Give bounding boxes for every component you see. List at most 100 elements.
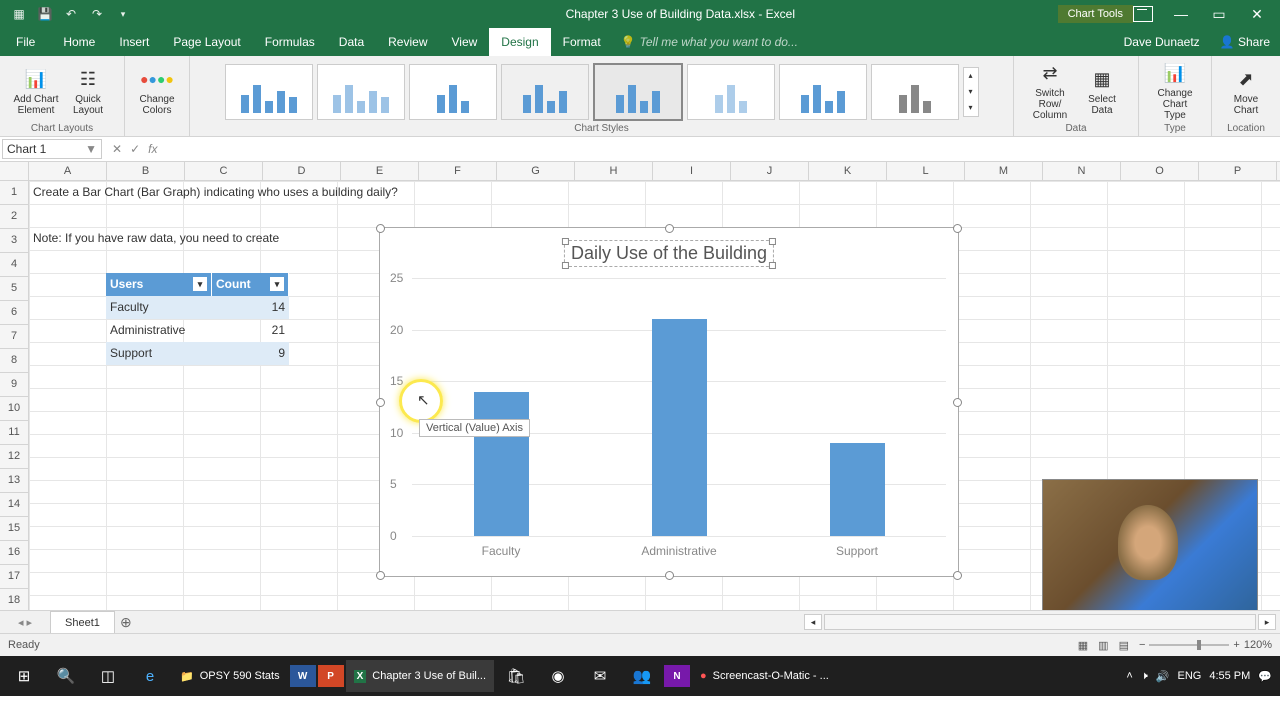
chart-bar[interactable] [474, 392, 529, 536]
chart-style-4[interactable] [501, 64, 589, 120]
row-header[interactable]: 12 [0, 445, 29, 469]
row-header[interactable]: 7 [0, 325, 29, 349]
row-header[interactable]: 5 [0, 277, 29, 301]
add-chart-element-button[interactable]: 📊Add Chart Element [13, 68, 59, 116]
close-icon[interactable]: ✕ [1239, 6, 1275, 23]
fx-icon[interactable]: fx [148, 142, 157, 156]
start-button[interactable]: ⊞ [4, 660, 44, 692]
col-header[interactable]: D [263, 162, 341, 180]
zoom-slider[interactable] [1149, 644, 1229, 646]
lang-indicator[interactable]: ENG [1177, 670, 1201, 682]
cancel-formula-icon[interactable]: ✕ [112, 142, 122, 156]
zoom-level[interactable]: 120% [1244, 639, 1272, 651]
col-header[interactable]: E [341, 162, 419, 180]
resize-handle[interactable] [376, 398, 385, 407]
maximize-icon[interactable]: ▭ [1201, 6, 1237, 23]
row-header[interactable]: 13 [0, 469, 29, 493]
zoom-in-icon[interactable]: + [1233, 639, 1239, 651]
taskbar-folder[interactable]: 📁OPSY 590 Stats [172, 660, 288, 692]
resize-handle[interactable] [953, 398, 962, 407]
word-icon[interactable]: W [290, 665, 316, 687]
resize-handle[interactable] [665, 571, 674, 580]
tab-home[interactable]: Home [51, 28, 107, 56]
row-header[interactable]: 6 [0, 301, 29, 325]
row-header[interactable]: 10 [0, 397, 29, 421]
chart-bar[interactable] [830, 443, 885, 536]
minimize-icon[interactable]: — [1163, 6, 1199, 23]
col-header[interactable]: C [185, 162, 263, 180]
resize-handle[interactable] [953, 571, 962, 580]
col-header[interactable]: I [653, 162, 731, 180]
col-header[interactable]: M [965, 162, 1043, 180]
select-data-button[interactable]: ▦Select Data [1079, 68, 1125, 116]
tab-review[interactable]: Review [376, 28, 439, 56]
row-header[interactable]: 16 [0, 541, 29, 565]
enter-formula-icon[interactable]: ✓ [130, 142, 140, 156]
edge-icon[interactable]: e [130, 660, 170, 692]
add-sheet-button[interactable]: ⊕ [115, 614, 137, 631]
resize-handle[interactable] [376, 571, 385, 580]
save-icon[interactable]: 💾 [35, 7, 55, 21]
tab-formulas[interactable]: Formulas [253, 28, 327, 56]
share-button[interactable]: 👤 Share [1210, 35, 1280, 49]
network-icon[interactable]: 🕨 [1141, 670, 1148, 683]
volume-icon[interactable]: 🔊 [1156, 670, 1170, 683]
qat-customize-icon[interactable]: ▾ [113, 9, 133, 20]
col-header[interactable]: O [1121, 162, 1199, 180]
col-header[interactable]: A [29, 162, 107, 180]
tab-insert[interactable]: Insert [107, 28, 161, 56]
view-page-layout-icon[interactable]: ▥ [1098, 639, 1108, 652]
quick-layout-button[interactable]: ☷Quick Layout [65, 68, 111, 116]
taskbar-screencast[interactable]: ●Screencast-O-Matic - ... [692, 660, 837, 692]
undo-icon[interactable]: ↶ [61, 7, 81, 21]
select-all-triangle[interactable] [0, 162, 29, 180]
view-page-break-icon[interactable]: ▤ [1119, 639, 1129, 652]
chrome-icon[interactable]: ◉ [538, 660, 578, 692]
view-normal-icon[interactable]: ▦ [1078, 639, 1088, 652]
switch-row-column-button[interactable]: ⇄Switch Row/ Column [1027, 62, 1073, 121]
styles-more-icon[interactable]: ▴▾▾ [963, 67, 979, 117]
mail-icon[interactable]: ✉ [580, 660, 620, 692]
plot-area[interactable]: 0510152025FacultyAdministrativeSupport [412, 278, 946, 536]
chart-style-1[interactable] [225, 64, 313, 120]
row-header[interactable]: 18 [0, 589, 29, 610]
row-header[interactable]: 1 [0, 181, 29, 205]
scroll-left-icon[interactable]: ◂ [804, 614, 822, 630]
row-header[interactable]: 2 [0, 205, 29, 229]
h-scrollbar[interactable] [824, 614, 1256, 630]
chart-style-5[interactable] [593, 63, 683, 121]
namebox-dropdown-icon[interactable]: ▼ [85, 142, 97, 156]
row-header[interactable]: 3 [0, 229, 29, 253]
resize-handle[interactable] [376, 224, 385, 233]
col-header[interactable]: B [107, 162, 185, 180]
row-header[interactable]: 9 [0, 373, 29, 397]
taskbar-excel[interactable]: XChapter 3 Use of Buil... [346, 660, 494, 692]
store-icon[interactable]: 🛍 [496, 660, 536, 692]
tab-design[interactable]: Design [489, 28, 550, 56]
redo-icon[interactable]: ↷ [87, 7, 107, 21]
resize-handle[interactable] [953, 224, 962, 233]
resize-handle[interactable] [665, 224, 674, 233]
powerpoint-icon[interactable]: P [318, 665, 344, 687]
chart-bar[interactable] [652, 319, 707, 536]
chart-style-3[interactable] [409, 64, 497, 120]
clock[interactable]: 4:55 PM [1209, 670, 1250, 682]
change-colors-button[interactable]: ●●●●Change Colors [134, 68, 180, 116]
change-chart-type-button[interactable]: 📊Change Chart Type [1152, 62, 1198, 121]
ribbon-display-icon[interactable] [1133, 6, 1153, 22]
tab-view[interactable]: View [440, 28, 490, 56]
col-header[interactable]: L [887, 162, 965, 180]
search-icon[interactable]: 🔍 [46, 660, 86, 692]
notifications-icon[interactable]: 💬 [1258, 670, 1272, 683]
filter-dropdown-icon[interactable]: ▾ [270, 277, 284, 291]
people-icon[interactable]: 👥 [622, 660, 662, 692]
col-header[interactable]: N [1043, 162, 1121, 180]
table-header-users[interactable]: Users▾ [106, 273, 212, 296]
onenote-icon[interactable]: N [664, 665, 690, 687]
row-header[interactable]: 14 [0, 493, 29, 517]
embedded-chart[interactable]: Daily Use of the Building 0510152025Facu… [379, 227, 959, 577]
sheet-tab-1[interactable]: Sheet1 [50, 611, 115, 634]
row-header[interactable]: 11 [0, 421, 29, 445]
task-view-icon[interactable]: ◫ [88, 660, 128, 692]
name-box[interactable]: Chart 1▼ [2, 139, 102, 159]
